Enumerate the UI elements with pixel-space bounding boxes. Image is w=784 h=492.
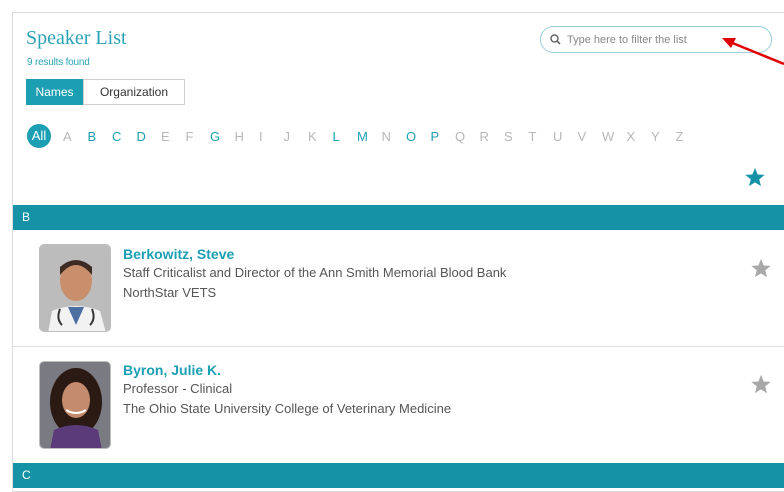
annotation-arrow bbox=[722, 38, 784, 66]
